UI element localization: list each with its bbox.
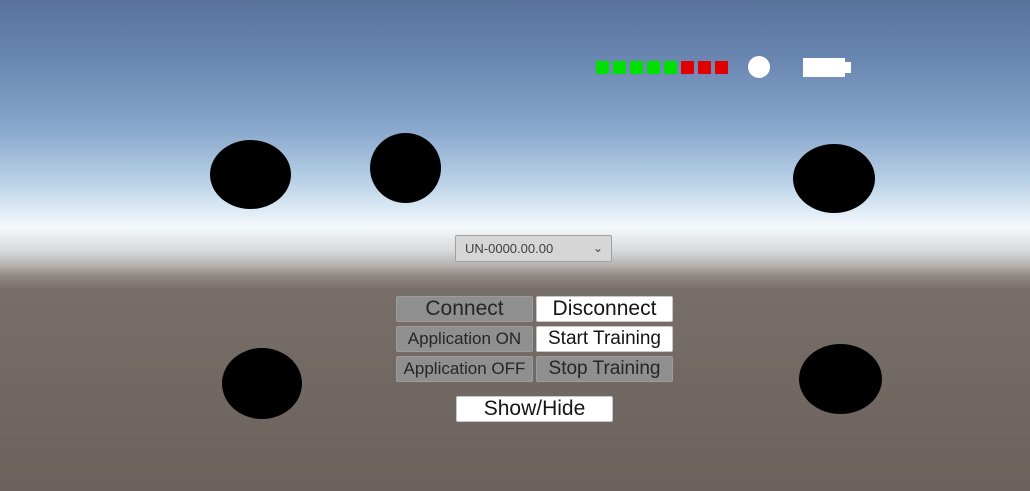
electrode-marker-top-right bbox=[793, 144, 875, 213]
electrode-marker-top-center bbox=[370, 133, 441, 203]
battery-tip bbox=[845, 62, 851, 73]
electrode-marker-top-left bbox=[210, 140, 291, 209]
signal-led bbox=[630, 61, 643, 74]
connect-button[interactable]: Connect bbox=[396, 296, 533, 322]
show-hide-button[interactable]: Show/Hide bbox=[456, 396, 613, 422]
disconnect-button[interactable]: Disconnect bbox=[536, 296, 673, 322]
signal-led bbox=[664, 61, 677, 74]
battery-full-icon bbox=[803, 58, 845, 77]
signal-led bbox=[715, 61, 728, 74]
signal-led bbox=[596, 61, 609, 74]
signal-led bbox=[698, 61, 711, 74]
signal-led bbox=[613, 61, 626, 74]
signal-strength-indicator bbox=[596, 61, 728, 74]
application-on-button[interactable]: Application ON bbox=[396, 326, 533, 352]
electrode-marker-bottom-left bbox=[222, 348, 302, 419]
chevron-down-icon: ⌄ bbox=[592, 241, 603, 255]
device-select-dropdown[interactable]: UN-0000.00.00 ⌄ bbox=[455, 235, 612, 262]
signal-led bbox=[681, 61, 694, 74]
device-select-value: UN-0000.00.00 bbox=[465, 241, 554, 256]
electrode-marker-bottom-right bbox=[799, 344, 882, 414]
signal-led bbox=[647, 61, 660, 74]
start-training-button[interactable]: Start Training bbox=[536, 326, 673, 352]
connection-status-dot bbox=[748, 56, 770, 78]
application-off-button[interactable]: Application OFF bbox=[396, 356, 533, 382]
unity-scene-view: UN-0000.00.00 ⌄ Connect Disconnect Appli… bbox=[0, 0, 1030, 491]
stop-training-button[interactable]: Stop Training bbox=[536, 356, 673, 382]
